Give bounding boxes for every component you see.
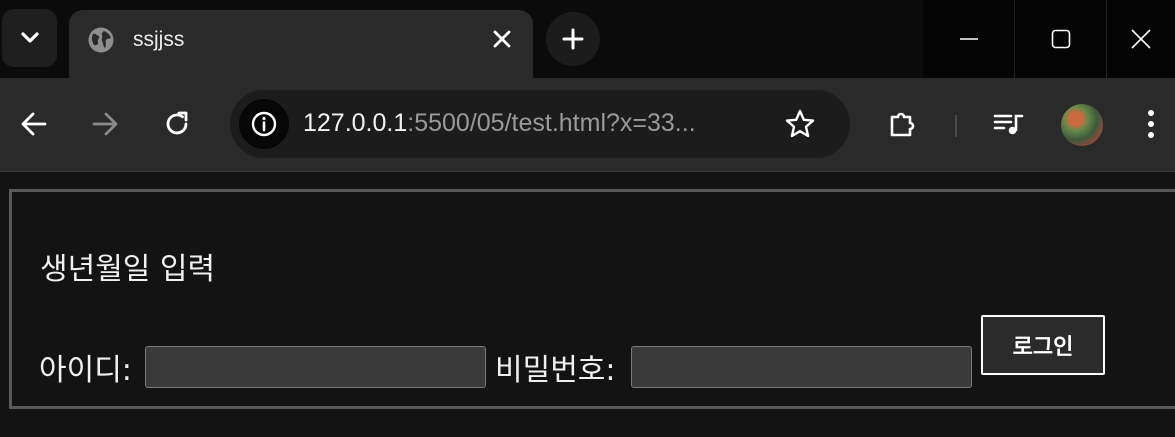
new-tab-button[interactable] (546, 12, 600, 66)
maximize-button[interactable] (1015, 0, 1106, 78)
playlist-music-icon (993, 114, 1024, 135)
arrow-right-icon (92, 112, 118, 136)
tab-close-button[interactable] (489, 26, 515, 52)
close-icon (1131, 29, 1151, 49)
minimize-button[interactable] (923, 0, 1014, 78)
bookmark-button[interactable] (782, 106, 818, 142)
forward-button (83, 102, 127, 146)
puzzle-icon (890, 112, 915, 137)
active-tab[interactable]: ssjjss (69, 10, 533, 78)
arrow-left-icon (21, 112, 47, 136)
maximize-icon (1051, 29, 1070, 49)
close-icon (493, 30, 511, 48)
page-viewport: 생년월일 입력 아이디: 비밀번호: 로그인 (0, 173, 1175, 437)
tab-title: ssjjss (133, 28, 185, 51)
info-icon (251, 111, 277, 137)
back-button[interactable] (12, 102, 56, 146)
login-button[interactable]: 로그인 (981, 315, 1105, 375)
plus-icon (562, 28, 584, 50)
star-icon (785, 109, 815, 138)
reload-button[interactable] (155, 102, 199, 146)
close-window-button[interactable] (1107, 0, 1175, 78)
site-info-button[interactable] (239, 99, 289, 149)
browser-menu-button[interactable] (1129, 102, 1173, 146)
password-input[interactable] (631, 346, 972, 388)
globe-icon (88, 27, 114, 53)
password-label: 비밀번호: (495, 353, 616, 388)
url-text[interactable]: 127.0.0.1:5500/05/test.html?x=33... (303, 109, 696, 138)
tab-search-button[interactable] (2, 9, 57, 67)
chevron-down-icon (20, 32, 39, 43)
id-input[interactable] (145, 346, 486, 388)
fieldset: 생년월일 입력 아이디: 비밀번호: 로그인 (9, 189, 1175, 409)
url-host: 127.0.0.1 (303, 109, 408, 137)
tab-strip: ssjjss (0, 0, 1175, 78)
id-label: 아이디: (39, 353, 132, 388)
address-bar[interactable]: 127.0.0.1:5500/05/test.html?x=33... (230, 90, 850, 158)
kebab-menu-icon (1148, 110, 1154, 138)
url-path: :5500/05/test.html?x=33... (407, 109, 696, 137)
extensions-button[interactable] (880, 102, 924, 146)
fieldset-legend: 생년월일 입력 (40, 252, 216, 287)
browser-toolbar: 127.0.0.1:5500/05/test.html?x=33... (0, 78, 1175, 172)
profile-avatar[interactable] (1061, 104, 1103, 146)
media-controls-button[interactable] (987, 102, 1031, 146)
reload-icon (166, 111, 188, 135)
minimize-icon (959, 38, 978, 40)
toolbar-divider (955, 115, 957, 137)
